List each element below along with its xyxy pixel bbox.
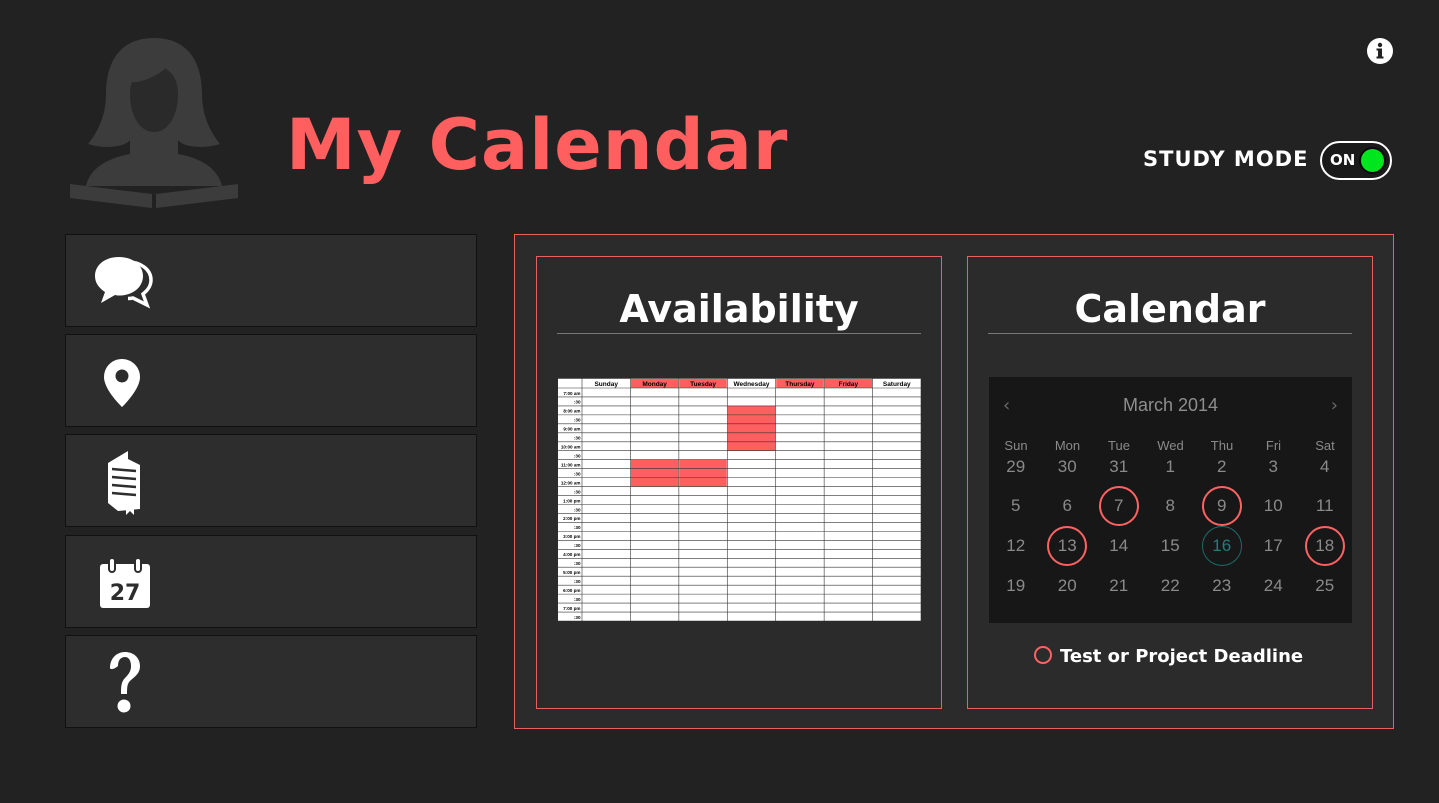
calendar-icon-day: 27 — [110, 581, 141, 606]
chat-bubbles-icon — [95, 257, 153, 309]
availability-time-label: :30 — [574, 507, 581, 512]
calendar-day[interactable]: 4 — [1305, 447, 1345, 487]
availability-grid[interactable]: Sunday Monday Tuesday Wednesday Thursday Frid… — [558, 378, 921, 621]
availability-time-label: 8:00 am — [563, 409, 580, 414]
availability-time-label: 7:00 pm — [563, 606, 580, 611]
calendar-day[interactable]: 13 — [1047, 526, 1088, 566]
study-mode-label: STUDY MODE — [1143, 147, 1309, 171]
availability-time-label: 5:00 pm — [563, 570, 580, 575]
busy-block[interactable] — [630, 459, 679, 487]
availability-time-label: :30 — [574, 561, 581, 566]
availability-time-label: :30 — [574, 615, 581, 620]
calendar-title: Calendar — [988, 287, 1352, 334]
calendar-day[interactable]: 2 — [1202, 447, 1242, 487]
deadline-legend: Test or Project Deadline — [1034, 646, 1303, 667]
busy-block[interactable] — [727, 405, 776, 451]
calendar-day[interactable]: 14 — [1099, 526, 1139, 566]
availability-time-label: 7:00 am — [563, 391, 580, 396]
availability-day-header: Friday — [839, 381, 859, 388]
calendar-day[interactable]: 18 — [1304, 526, 1345, 566]
availability-time-label: :30 — [574, 579, 581, 584]
info-icon[interactable] — [1366, 37, 1394, 65]
sidebar-item-location[interactable] — [65, 334, 477, 427]
availability-day-header: Tuesday — [690, 381, 716, 388]
calendar-day-icon: 27 — [100, 557, 150, 608]
page-title: My Calendar — [286, 104, 789, 186]
location-pin-icon — [104, 359, 140, 407]
calendar-day[interactable]: 15 — [1150, 526, 1190, 566]
busy-block[interactable] — [679, 459, 727, 487]
calendar-day[interactable]: 7 — [1098, 486, 1139, 526]
availability-day-header: Saturday — [883, 381, 911, 388]
availability-time-label: 11:00 am — [561, 462, 580, 467]
availability-time-label: 3:00 pm — [563, 534, 580, 539]
calendar-day[interactable]: 1 — [1150, 447, 1190, 487]
availability-time-label: :30 — [574, 489, 581, 494]
sidebar-item-messages[interactable] — [65, 234, 477, 327]
availability-time-label: 6:00 pm — [563, 588, 580, 593]
calendar-day[interactable]: 29 — [996, 447, 1036, 487]
availability-panel: Availability Sunday Monday Tuesday Wednesda… — [536, 256, 942, 709]
calendar-day[interactable]: 31 — [1099, 447, 1139, 487]
study-mode-toggle[interactable]: ON — [1320, 141, 1392, 180]
toggle-state-text: ON — [1330, 151, 1356, 169]
calendar-day[interactable]: 12 — [996, 526, 1036, 566]
calendar-day[interactable]: 8 — [1150, 486, 1190, 526]
deadline-circle-icon — [1034, 646, 1052, 664]
question-mark-icon — [110, 652, 140, 713]
availability-time-label: :30 — [574, 436, 581, 441]
availability-day-header: Sunday — [594, 381, 618, 388]
availability-time-label: :30 — [574, 543, 581, 548]
availability-time-label: :30 — [574, 418, 581, 423]
calendar-day[interactable]: 23 — [1202, 566, 1242, 606]
calendar-panel: Calendar ‹ March 2014 › Sun Mon Tue Wed Thu F… — [967, 256, 1373, 709]
availability-time-label: 12:00 am — [561, 480, 581, 485]
availability-time-label: 2:00 pm — [563, 516, 580, 521]
calendar-day[interactable]: 21 — [1099, 566, 1139, 606]
calendar-day[interactable]: 6 — [1047, 486, 1087, 526]
legend-label: Test or Project Deadline — [1060, 646, 1304, 667]
calendar-day[interactable]: 16 — [1201, 526, 1242, 566]
availability-time-label: :30 — [574, 525, 581, 530]
availability-time-label: :30 — [574, 471, 581, 476]
calendar-day[interactable]: 30 — [1047, 447, 1087, 487]
sidebar-item-courses[interactable] — [65, 434, 477, 527]
calendar-day[interactable]: 3 — [1253, 447, 1293, 487]
calendar-day[interactable]: 25 — [1305, 566, 1345, 606]
availability-time-label: 4:00 pm — [563, 552, 580, 557]
availability-day-header: Monday — [642, 381, 667, 388]
calendar-day[interactable]: 10 — [1253, 486, 1293, 526]
availability-time-label: 9:00 am — [563, 427, 580, 432]
month-label: March 2014 — [1122, 395, 1219, 415]
calendar-day[interactable]: 9 — [1201, 486, 1242, 526]
calendar-day[interactable]: 5 — [996, 486, 1036, 526]
calendar-day[interactable]: 19 — [996, 566, 1036, 606]
calendar-day[interactable]: 20 — [1047, 566, 1087, 606]
availability-day-header: Wednesday — [733, 381, 769, 388]
book-icon — [108, 451, 140, 515]
availability-day-header: Thursday — [785, 381, 815, 388]
sidebar-item-calendar[interactable]: 27 — [65, 535, 477, 628]
month-calendar: ‹ March 2014 › Sun Mon Tue Wed Thu Fri Sat 29 30… — [989, 377, 1352, 623]
next-month-button[interactable]: › — [1331, 395, 1338, 416]
availability-title: Availability — [557, 287, 921, 334]
availability-time-label: 1:00 pm — [563, 498, 580, 503]
calendar-day[interactable]: 22 — [1150, 566, 1190, 606]
availability-time-label: :30 — [574, 597, 581, 602]
calendar-day[interactable]: 11 — [1305, 486, 1345, 526]
availability-time-label: 10:00 am — [561, 445, 581, 450]
main-panel: Availability Sunday Monday Tuesday Wednesda… — [514, 234, 1394, 729]
availability-time-label: :30 — [574, 400, 581, 405]
reader-avatar-icon — [70, 38, 238, 208]
availability-time-label: :30 — [574, 453, 581, 458]
sidebar-item-help[interactable] — [65, 635, 477, 728]
toggle-knob — [1359, 147, 1386, 174]
calendar-day[interactable]: 24 — [1253, 566, 1293, 606]
calendar-day[interactable]: 17 — [1253, 526, 1293, 566]
